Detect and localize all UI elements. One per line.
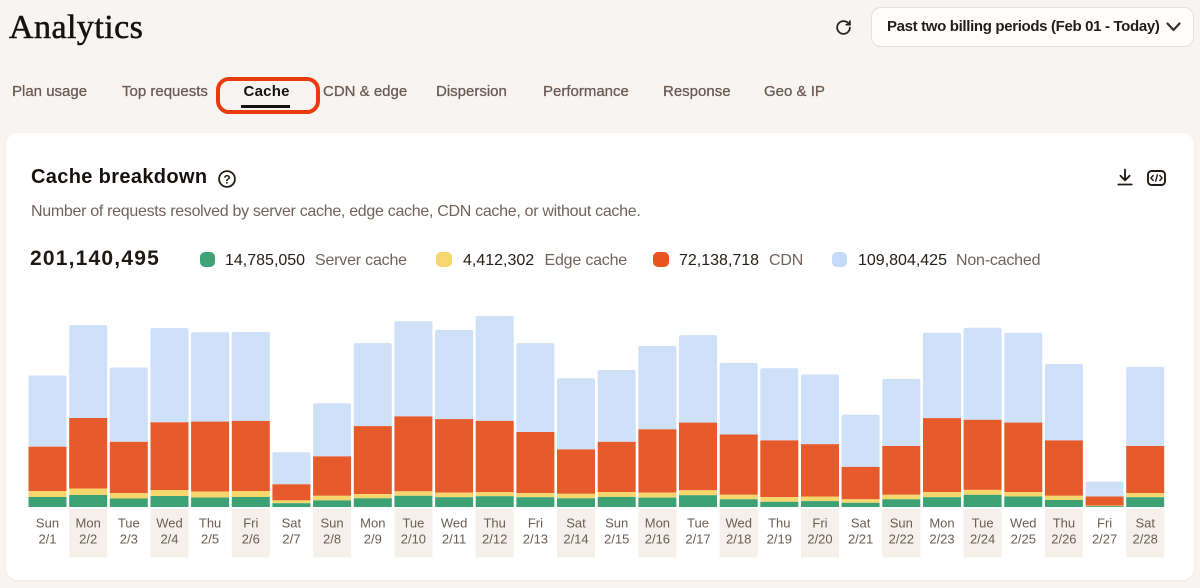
svg-text:2/1: 2/1: [38, 532, 56, 547]
svg-text:2/18: 2/18: [726, 532, 751, 547]
svg-text:Mon: Mon: [645, 516, 670, 531]
svg-text:Mon: Mon: [360, 516, 385, 531]
svg-text:Tue: Tue: [402, 516, 424, 531]
svg-text:Tue: Tue: [687, 516, 709, 531]
svg-text:Mon: Mon: [929, 516, 954, 531]
svg-text:2/14: 2/14: [563, 532, 588, 547]
svg-text:Tue: Tue: [972, 516, 994, 531]
svg-text:Wed: Wed: [725, 516, 752, 531]
svg-text:2/22: 2/22: [889, 532, 914, 547]
svg-text:Fri: Fri: [528, 516, 543, 531]
svg-text:2/12: 2/12: [482, 532, 507, 547]
svg-text:2/9: 2/9: [364, 532, 382, 547]
svg-text:Wed: Wed: [1010, 516, 1037, 531]
svg-text:2/24: 2/24: [970, 532, 995, 547]
svg-text:2/8: 2/8: [323, 532, 341, 547]
svg-text:2/15: 2/15: [604, 532, 629, 547]
svg-text:Thu: Thu: [483, 516, 505, 531]
svg-text:2/17: 2/17: [685, 532, 710, 547]
svg-text:2/10: 2/10: [401, 532, 426, 547]
svg-text:2/3: 2/3: [120, 532, 138, 547]
svg-text:2/4: 2/4: [160, 532, 178, 547]
svg-text:2/21: 2/21: [848, 532, 873, 547]
svg-text:Wed: Wed: [441, 516, 468, 531]
svg-text:2/11: 2/11: [442, 532, 466, 547]
svg-text:Sun: Sun: [890, 516, 913, 531]
svg-text:Tue: Tue: [118, 516, 140, 531]
svg-text:2/5: 2/5: [201, 532, 219, 547]
svg-text:Sun: Sun: [321, 516, 344, 531]
svg-text:Wed: Wed: [156, 516, 183, 531]
svg-text:Thu: Thu: [768, 516, 790, 531]
svg-text:Thu: Thu: [199, 516, 221, 531]
svg-text:?: ?: [223, 172, 230, 186]
svg-text:Thu: Thu: [1053, 516, 1075, 531]
svg-text:2/23: 2/23: [929, 532, 954, 547]
svg-text:2/7: 2/7: [282, 532, 300, 547]
svg-text:2/26: 2/26: [1051, 532, 1076, 547]
svg-text:2/13: 2/13: [523, 532, 548, 547]
svg-text:2/25: 2/25: [1011, 532, 1036, 547]
svg-text:Sun: Sun: [36, 516, 59, 531]
svg-text:Sat: Sat: [566, 516, 586, 531]
svg-text:2/16: 2/16: [645, 532, 670, 547]
svg-text:2/27: 2/27: [1092, 532, 1117, 547]
svg-text:2/20: 2/20: [807, 532, 832, 547]
svg-text:2/2: 2/2: [79, 532, 97, 547]
svg-text:2/6: 2/6: [242, 532, 260, 547]
svg-text:Mon: Mon: [76, 516, 101, 531]
svg-text:Fri: Fri: [243, 516, 258, 531]
svg-text:Fri: Fri: [1097, 516, 1112, 531]
svg-text:2/19: 2/19: [767, 532, 792, 547]
svg-text:Sat: Sat: [851, 516, 871, 531]
svg-text:Sat: Sat: [282, 516, 302, 531]
svg-text:Sun: Sun: [605, 516, 628, 531]
svg-text:Sat: Sat: [1135, 516, 1155, 531]
svg-text:Fri: Fri: [812, 516, 827, 531]
svg-text:2/28: 2/28: [1133, 532, 1158, 547]
